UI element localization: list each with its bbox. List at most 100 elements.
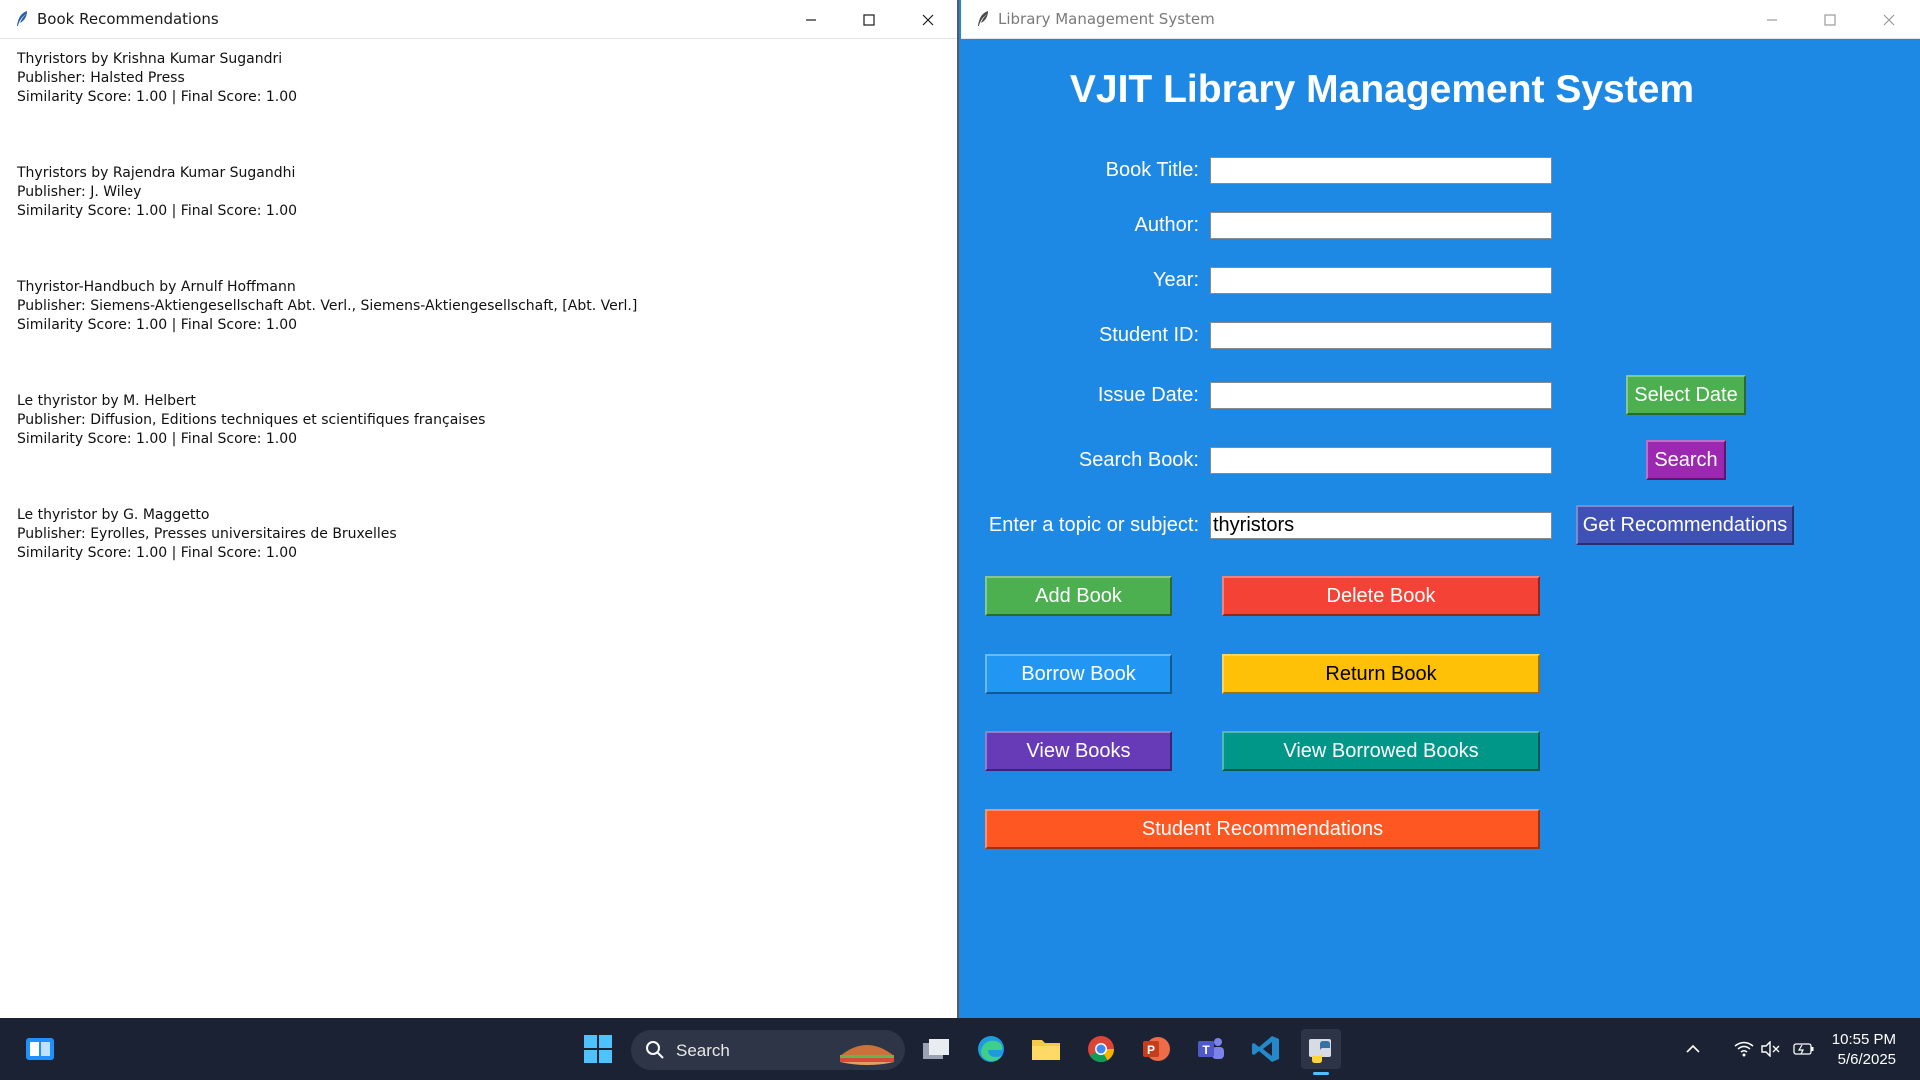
page-title: VJIT Library Management System: [1069, 68, 1695, 111]
maximize-button[interactable]: [840, 0, 898, 39]
close-button[interactable]: [899, 0, 957, 39]
search-label: Search: [676, 1041, 730, 1060]
python-icon: [1309, 1039, 1331, 1063]
edge-icon: [978, 1036, 1004, 1062]
taskbar-search[interactable]: Search: [631, 1030, 905, 1070]
minimize-button[interactable]: [782, 0, 840, 39]
book-recommendations-window: Book Recommendations Thyristors by Krish…: [0, 0, 959, 1018]
start-button[interactable]: [578, 1029, 618, 1069]
book-publisher: Publisher: J. Wiley: [17, 184, 142, 200]
list-item: Le thyristor by G. Maggetto Publisher: E…: [17, 506, 637, 563]
list-item: Thyristors by Rajendra Kumar Sugandhi Pu…: [17, 164, 637, 221]
volume-muted-icon: [1761, 1041, 1780, 1057]
maximize-icon: [863, 13, 875, 26]
book-publisher: Publisher: Siemens-Aktiengesellschaft Ab…: [17, 298, 638, 314]
sandwich-icon: [840, 1045, 894, 1065]
book-score: Similarity Score: 1.00 | Final Score: 1.…: [17, 203, 298, 219]
taskbar: Search P T 10:55 PM 5/6/2025: [0, 1018, 1920, 1080]
close-icon: [1883, 14, 1895, 25]
show-hidden-icons-button[interactable]: [1683, 1029, 1703, 1069]
widgets-button[interactable]: [20, 1029, 60, 1069]
window-title: Book Recommendations: [37, 10, 219, 28]
chevron-up-icon: [1686, 1044, 1700, 1053]
recommendation-list: Thyristors by Krishna Kumar Sugandri Pub…: [17, 50, 637, 620]
author-label: Author:: [1134, 214, 1199, 236]
taskbar-app-chrome[interactable]: [1081, 1029, 1121, 1069]
book-title-author: Le thyristor by M. Helbert: [17, 393, 196, 409]
borrow-book-button[interactable]: Borrow Book: [985, 654, 1172, 694]
get-recommendations-button[interactable]: Get Recommendations: [1576, 505, 1794, 545]
window-title: Library Management System: [998, 10, 1215, 28]
teams-icon: T: [1198, 1038, 1224, 1059]
book-title-author: Thyristors by Krishna Kumar Sugandri: [17, 51, 283, 67]
book-score: Similarity Score: 1.00 | Final Score: 1.…: [17, 89, 298, 105]
select-date-button[interactable]: Select Date: [1626, 375, 1746, 415]
title-bar[interactable]: Library Management System: [961, 0, 1920, 39]
maximize-button[interactable]: [1801, 0, 1859, 39]
minimize-button[interactable]: [1743, 0, 1801, 39]
taskbar-app-edge[interactable]: [971, 1029, 1011, 1069]
svg-text:P: P: [1147, 1043, 1155, 1057]
close-button[interactable]: [1860, 0, 1918, 39]
network-button[interactable]: [1733, 1029, 1755, 1069]
taskbar-app-teams[interactable]: T: [1191, 1029, 1231, 1069]
feather-icon: [978, 11, 988, 26]
battery-button[interactable]: [1792, 1029, 1816, 1069]
book-publisher: Publisher: Eyrolles, Presses universitai…: [17, 526, 397, 542]
book-title-label: Book Title:: [1105, 159, 1199, 181]
view-books-button[interactable]: View Books: [985, 731, 1172, 771]
start-icon: [584, 1035, 612, 1063]
powerpoint-icon: P: [1143, 1037, 1170, 1061]
book-title-author: Thyristors by Rajendra Kumar Sugandhi: [17, 165, 296, 181]
taskbar-app-file-explorer[interactable]: [1026, 1029, 1066, 1069]
student-id-input[interactable]: [1210, 322, 1552, 349]
feather-icon: [17, 11, 27, 26]
topic-input[interactable]: [1210, 512, 1552, 539]
book-score: Similarity Score: 1.00 | Final Score: 1.…: [17, 431, 298, 447]
widgets-icon: [26, 1038, 54, 1060]
close-icon: [922, 14, 934, 25]
book-publisher: Publisher: Diffusion, Editions technique…: [17, 412, 486, 428]
book-title-input[interactable]: [1210, 157, 1552, 184]
issue-date-input[interactable]: [1210, 382, 1552, 409]
search-button[interactable]: Search: [1646, 440, 1726, 480]
return-book-button[interactable]: Return Book: [1222, 654, 1540, 694]
year-label: Year:: [1153, 269, 1199, 291]
list-item: Thyristor-Handbuch by Arnulf Hoffmann Pu…: [17, 278, 637, 335]
maximize-icon: [1824, 13, 1836, 26]
minimize-icon: [1767, 18, 1777, 21]
search-book-input[interactable]: [1210, 447, 1552, 474]
issue-date-label: Issue Date:: [1097, 384, 1199, 406]
book-score: Similarity Score: 1.00 | Final Score: 1.…: [17, 545, 298, 561]
library-management-window: Library Management System VJIT Library M…: [961, 0, 1920, 1018]
list-item: Thyristors by Krishna Kumar Sugandri Pub…: [17, 50, 637, 107]
svg-text:T: T: [1202, 1043, 1210, 1057]
add-book-button[interactable]: Add Book: [985, 576, 1172, 616]
year-input[interactable]: [1210, 267, 1552, 294]
task-view-icon: [923, 1039, 949, 1059]
vscode-icon: [1252, 1036, 1279, 1062]
student-recommendations-button[interactable]: Student Recommendations: [985, 809, 1540, 849]
delete-book-button[interactable]: Delete Book: [1222, 576, 1540, 616]
taskbar-app-vscode[interactable]: [1246, 1029, 1286, 1069]
author-input[interactable]: [1210, 212, 1552, 239]
date-text: 5/6/2025: [1837, 1051, 1896, 1068]
list-item: Le thyristor by M. Helbert Publisher: Di…: [17, 392, 637, 449]
taskbar-app-powerpoint[interactable]: P: [1136, 1029, 1176, 1069]
view-borrowed-books-button[interactable]: View Borrowed Books: [1222, 731, 1540, 771]
search-book-label: Search Book:: [1078, 449, 1199, 471]
battery-icon: [1793, 1043, 1814, 1055]
taskbar-app-python[interactable]: [1301, 1029, 1341, 1075]
topic-label: Enter a topic or subject:: [988, 514, 1199, 536]
title-bar[interactable]: Book Recommendations: [0, 0, 957, 39]
book-publisher: Publisher: Halsted Press: [17, 70, 185, 86]
chrome-icon: [1088, 1036, 1115, 1063]
clock[interactable]: 10:55 PM 5/6/2025: [1832, 1030, 1896, 1070]
task-view-button[interactable]: [916, 1029, 956, 1069]
minimize-icon: [806, 18, 816, 21]
folder-icon: [1032, 1040, 1060, 1060]
volume-button[interactable]: [1760, 1029, 1782, 1069]
student-id-label: Student ID:: [1098, 324, 1199, 346]
book-score: Similarity Score: 1.00 | Final Score: 1.…: [17, 317, 298, 333]
book-title-author: Le thyristor by G. Maggetto: [17, 507, 210, 523]
